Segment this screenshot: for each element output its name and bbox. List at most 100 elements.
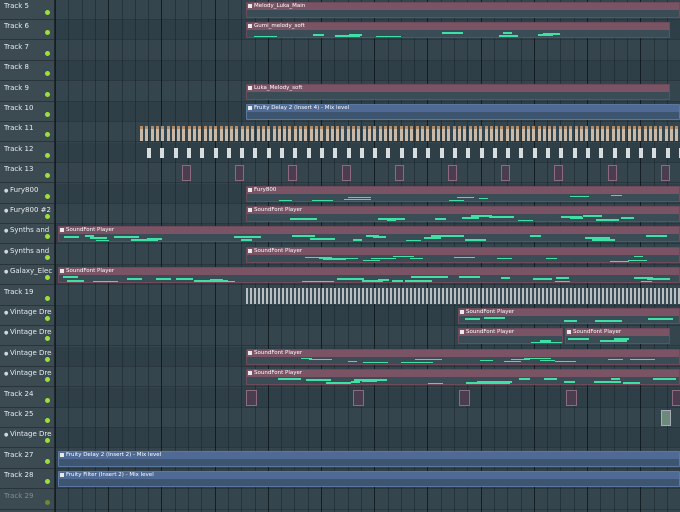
audio-clip[interactable] [627, 126, 631, 142]
audio-clip[interactable] [399, 126, 403, 142]
pattern-clip[interactable]: SoundFont Player [58, 226, 680, 243]
audio-clip[interactable] [473, 126, 477, 142]
pattern-clip[interactable]: SoundFont Player [246, 369, 680, 386]
audio-clip[interactable] [293, 147, 298, 158]
audio-clip[interactable] [415, 126, 419, 142]
pattern-clip[interactable]: SoundFont Player [246, 246, 680, 263]
audio-clip[interactable] [177, 126, 181, 142]
audio-clip[interactable] [246, 126, 249, 142]
audio-clip[interactable] [145, 126, 149, 142]
audio-clip[interactable] [612, 147, 617, 158]
pattern-clip[interactable]: SoundFont Player [458, 308, 680, 324]
clip-menu-icon[interactable] [60, 228, 64, 233]
audio-clip[interactable] [203, 126, 207, 142]
audio-clip[interactable] [359, 147, 364, 158]
audio-clip[interactable] [219, 126, 223, 142]
clip-menu-icon[interactable] [248, 85, 252, 90]
audio-clip[interactable] [595, 126, 599, 142]
audio-clip[interactable] [420, 126, 424, 142]
audio-clip[interactable] [617, 126, 620, 142]
audio-clip[interactable] [625, 147, 630, 158]
pattern-clip[interactable]: SoundFont Player [458, 328, 563, 345]
audio-clip[interactable] [579, 126, 583, 142]
track-header[interactable]: Track 29 [0, 490, 54, 510]
audio-clip[interactable] [320, 126, 324, 142]
pattern-clip[interactable]: SoundFont Player [246, 206, 680, 222]
track-enable-led[interactable] [45, 295, 50, 301]
audio-clip[interactable] [607, 165, 617, 182]
track-header[interactable]: ● Synths and Key... [0, 245, 54, 265]
clip-menu-icon[interactable] [60, 473, 64, 478]
audio-clip[interactable] [659, 126, 663, 142]
track-enable-led[interactable] [45, 30, 50, 36]
audio-clip[interactable] [319, 147, 324, 158]
audio-clip[interactable] [569, 126, 573, 142]
pattern-clip[interactable]: Luka_Melody_soft [246, 83, 670, 100]
clip-menu-icon[interactable] [60, 452, 64, 457]
audio-clip[interactable] [182, 165, 191, 182]
audio-clip[interactable] [171, 126, 175, 142]
audio-clip[interactable] [606, 126, 610, 142]
audio-clip[interactable] [672, 389, 680, 406]
audio-clip[interactable] [253, 147, 258, 158]
audio-clip[interactable] [373, 147, 378, 158]
audio-clip[interactable] [466, 147, 471, 158]
track-enable-led[interactable] [45, 193, 50, 199]
audio-clip[interactable] [632, 126, 636, 142]
audio-clip[interactable] [166, 126, 170, 142]
track-enable-led[interactable] [45, 336, 50, 342]
track-enable-led[interactable] [45, 275, 50, 281]
audio-clip[interactable] [501, 165, 511, 182]
audio-clip[interactable] [362, 126, 366, 142]
audio-clip[interactable] [448, 165, 457, 182]
audio-clip[interactable] [558, 126, 562, 142]
audio-clip[interactable] [484, 126, 488, 142]
audio-clip[interactable] [378, 126, 382, 142]
audio-clip[interactable] [648, 126, 652, 142]
audio-clip[interactable] [665, 147, 670, 158]
audio-clip[interactable] [664, 126, 668, 142]
audio-clip[interactable] [230, 126, 234, 142]
audio-clip[interactable] [155, 126, 159, 142]
track-header[interactable]: Track 9 [0, 82, 54, 102]
audio-clip[interactable] [288, 126, 292, 142]
audio-clip[interactable] [386, 147, 391, 158]
audio-clip[interactable] [410, 126, 414, 142]
track-enable-led[interactable] [45, 316, 50, 321]
audio-clip[interactable] [492, 147, 497, 158]
audio-clip[interactable] [537, 126, 541, 142]
pattern-clip[interactable]: SoundFont Player [565, 328, 670, 345]
audio-clip[interactable] [660, 165, 670, 182]
audio-clip[interactable] [198, 126, 202, 142]
audio-clip[interactable] [526, 126, 530, 142]
pattern-clip[interactable]: Melody_Luka_Main [246, 2, 680, 18]
audio-clip[interactable] [200, 147, 205, 158]
audio-clip[interactable] [213, 147, 218, 158]
track-enable-led[interactable] [45, 50, 50, 56]
audio-clip[interactable] [277, 126, 281, 142]
clip-menu-icon[interactable] [460, 310, 464, 314]
audio-clip[interactable] [306, 147, 311, 158]
audio-clip[interactable] [214, 126, 218, 142]
audio-clip[interactable] [341, 165, 351, 182]
audio-clip[interactable] [367, 126, 371, 142]
audio-clip[interactable] [554, 165, 564, 182]
audio-clip[interactable] [532, 147, 537, 158]
track-enable-led[interactable] [45, 173, 50, 179]
audio-clip[interactable] [394, 165, 404, 182]
audio-clip[interactable] [352, 389, 364, 406]
audio-clip[interactable] [675, 126, 679, 142]
audio-clip[interactable] [161, 126, 165, 142]
audio-clip[interactable] [224, 126, 228, 142]
audio-clip[interactable] [280, 147, 284, 158]
audio-clip[interactable] [585, 147, 590, 158]
audio-clip[interactable] [160, 147, 165, 158]
audio-clip[interactable] [373, 126, 377, 142]
track-header[interactable]: Track 7 [0, 41, 54, 61]
audio-clip[interactable] [590, 126, 594, 142]
track-header[interactable]: Track 25 [0, 408, 54, 428]
audio-clip[interactable] [330, 126, 334, 142]
audio-clip[interactable] [479, 126, 483, 142]
audio-clip[interactable] [272, 126, 276, 142]
clip-menu-icon[interactable] [248, 371, 252, 376]
